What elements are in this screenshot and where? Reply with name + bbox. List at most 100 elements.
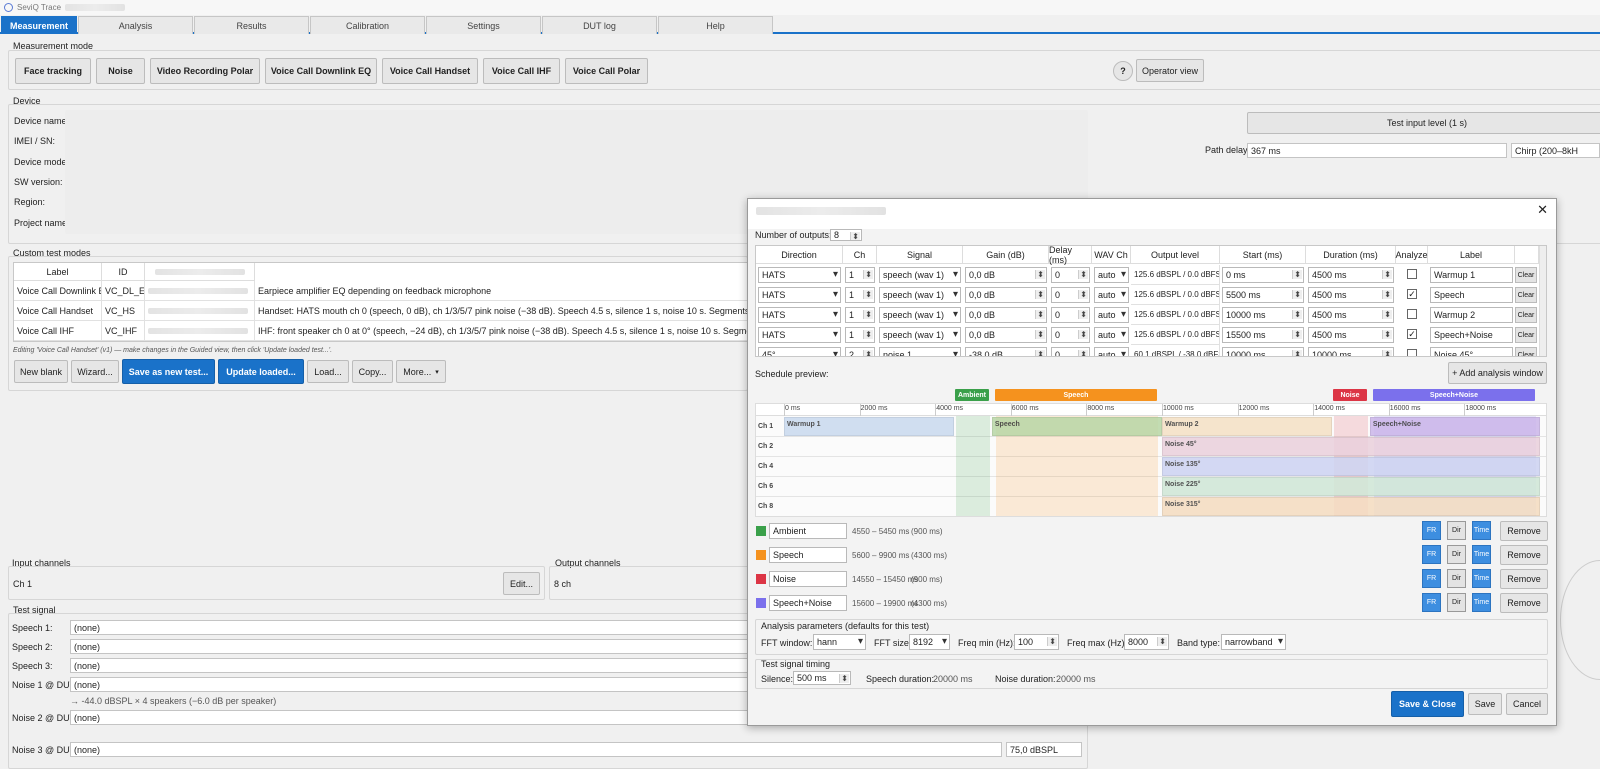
cell-ch[interactable]: 2 xyxy=(845,347,875,356)
cell-ch[interactable]: 1 xyxy=(845,307,875,323)
noise1-select[interactable]: (none) xyxy=(70,677,750,692)
cell-label[interactable]: Speech+Noise xyxy=(1430,327,1513,343)
remove-window-button[interactable]: Remove xyxy=(1500,521,1548,541)
analysis-window-marker[interactable]: Noise xyxy=(1332,389,1367,401)
remove-window-button[interactable]: Remove xyxy=(1500,593,1548,613)
face-tracking-button[interactable]: Face tracking xyxy=(15,58,91,84)
cell-dir[interactable]: HATS xyxy=(758,287,841,303)
cell-start[interactable]: 15500 ms xyxy=(1222,327,1304,343)
path-delay-input[interactable]: 367 ms xyxy=(1247,143,1507,158)
analysis-window-marker[interactable]: Speech+Noise xyxy=(1372,389,1536,401)
window-name-input[interactable]: Speech+Noise xyxy=(769,595,847,611)
silence-input[interactable]: 500 ms xyxy=(793,671,851,685)
window-dir-toggle[interactable]: Dir xyxy=(1447,569,1466,588)
tab-calibration[interactable]: Calibration xyxy=(310,16,425,34)
speech1-select[interactable]: (none) xyxy=(70,620,750,635)
update-loaded-button[interactable]: Update loaded... xyxy=(218,359,304,384)
noise3-select[interactable]: (none) xyxy=(70,742,1002,757)
analyze-checkbox[interactable]: ✓ xyxy=(1407,329,1417,339)
cell-dur[interactable]: 10000 ms xyxy=(1308,347,1394,356)
cell-dir[interactable]: HATS xyxy=(758,327,841,343)
tab-analysis[interactable]: Analysis xyxy=(78,16,193,34)
cell-label[interactable]: Warmup 2 xyxy=(1430,307,1513,323)
operator-view-button[interactable]: Operator view xyxy=(1136,59,1204,82)
cell-delay[interactable]: 0 xyxy=(1051,347,1090,356)
test-input-level-button[interactable]: Test input level (1 s) xyxy=(1247,112,1600,134)
cell-wav[interactable]: auto xyxy=(1094,347,1129,356)
cell-gain[interactable]: 0,0 dB xyxy=(965,287,1047,303)
schedule-segment[interactable]: Speech xyxy=(991,417,1162,436)
cell-dur[interactable]: 4500 ms xyxy=(1308,327,1394,343)
freq-max-input[interactable]: 8000 xyxy=(1124,634,1169,650)
cell-sig[interactable]: speech (wav 1) xyxy=(879,287,961,303)
speech2-select[interactable]: (none) xyxy=(70,639,750,654)
edit-input-channels-button[interactable]: Edit... xyxy=(503,572,540,595)
cell-wav[interactable]: auto xyxy=(1094,267,1129,283)
cell-gain[interactable]: 0,0 dB xyxy=(965,267,1047,283)
cell-wav[interactable]: auto xyxy=(1094,287,1129,303)
cell-start[interactable]: 10000 ms xyxy=(1222,347,1304,356)
cell-sig[interactable]: speech (wav 1) xyxy=(879,307,961,323)
freq-min-input[interactable]: 100 xyxy=(1014,634,1059,650)
window-fr-toggle[interactable]: FR xyxy=(1422,593,1441,612)
window-time-toggle[interactable]: Time xyxy=(1472,593,1491,612)
save-close-button[interactable]: Save & Close xyxy=(1391,691,1464,717)
clear-button[interactable]: Clear xyxy=(1515,267,1537,283)
window-dir-toggle[interactable]: Dir xyxy=(1447,593,1466,612)
noise2-select[interactable]: (none) xyxy=(70,710,750,725)
band-type-select[interactable]: narrowband xyxy=(1221,634,1286,650)
window-name-input[interactable]: Ambient xyxy=(769,523,847,539)
close-icon[interactable]: ✕ xyxy=(1537,202,1548,218)
window-dir-toggle[interactable]: Dir xyxy=(1447,521,1466,540)
schedule-segment[interactable]: Warmup 2 xyxy=(1162,417,1333,436)
tab-results[interactable]: Results xyxy=(194,16,309,34)
add-analysis-window-button[interactable]: + Add analysis window xyxy=(1448,362,1547,384)
analyze-checkbox[interactable] xyxy=(1407,349,1417,356)
voice-call-downlink-eq-button[interactable]: Voice Call Downlink EQ xyxy=(265,58,377,84)
clear-button[interactable]: Clear xyxy=(1515,327,1537,343)
cell-gain[interactable]: 0,0 dB xyxy=(965,307,1047,323)
cell-wav[interactable]: auto xyxy=(1094,327,1129,343)
cell-ch[interactable]: 1 xyxy=(845,327,875,343)
tab-dut-log[interactable]: DUT log xyxy=(542,16,657,34)
cell-delay[interactable]: 0 xyxy=(1051,287,1090,303)
window-time-toggle[interactable]: Time xyxy=(1472,545,1491,564)
cell-delay[interactable]: 0 xyxy=(1051,307,1090,323)
wizard-button[interactable]: Wizard... xyxy=(71,360,119,383)
voice-call-handset-button[interactable]: Voice Call Handset xyxy=(382,58,478,84)
cell-delay[interactable]: 0 xyxy=(1051,327,1090,343)
fft-window-select[interactable]: hann xyxy=(813,634,866,650)
clear-button[interactable]: Clear xyxy=(1515,287,1537,303)
schedule-segment[interactable]: Noise 315° xyxy=(1162,497,1540,516)
save-as-new-test-button[interactable]: Save as new test... xyxy=(122,359,215,384)
schedule-segment[interactable]: Speech+Noise xyxy=(1369,417,1540,436)
cell-dir[interactable]: HATS xyxy=(758,307,841,323)
cancel-button[interactable]: Cancel xyxy=(1506,693,1548,715)
cell-wav[interactable]: auto xyxy=(1094,307,1129,323)
analysis-window-marker[interactable]: Ambient xyxy=(954,389,989,401)
speech3-select[interactable]: (none) xyxy=(70,658,750,673)
window-dir-toggle[interactable]: Dir xyxy=(1447,545,1466,564)
grid-scrollbar[interactable] xyxy=(1539,246,1546,356)
remove-window-button[interactable]: Remove xyxy=(1500,545,1548,565)
outputs-input[interactable]: 8 xyxy=(830,229,862,241)
tab-settings[interactable]: Settings xyxy=(426,16,541,34)
analyze-checkbox[interactable] xyxy=(1407,309,1417,319)
cell-sig[interactable]: speech (wav 1) xyxy=(879,267,961,283)
cell-delay[interactable]: 0 xyxy=(1051,267,1090,283)
save-button[interactable]: Save xyxy=(1468,693,1502,715)
cell-ch[interactable]: 1 xyxy=(845,267,875,283)
cell-gain[interactable]: -38,0 dB xyxy=(965,347,1047,356)
analysis-window-marker[interactable]: Speech xyxy=(994,389,1158,401)
cell-dir[interactable]: HATS xyxy=(758,267,841,283)
cell-start[interactable]: 5500 ms xyxy=(1222,287,1304,303)
remove-window-button[interactable]: Remove xyxy=(1500,569,1548,589)
clear-button[interactable]: Clear xyxy=(1515,307,1537,323)
schedule-segment[interactable]: Noise 135° xyxy=(1162,457,1540,476)
tab-help[interactable]: Help xyxy=(658,16,773,34)
cell-gain[interactable]: 0,0 dB xyxy=(965,327,1047,343)
schedule-segment[interactable]: Noise 45° xyxy=(1162,437,1540,456)
schedule-segment[interactable]: Noise 225° xyxy=(1162,477,1540,496)
more-button[interactable]: More... ▾ xyxy=(396,360,446,383)
voice-call-ihf-button[interactable]: Voice Call IHF xyxy=(483,58,560,84)
